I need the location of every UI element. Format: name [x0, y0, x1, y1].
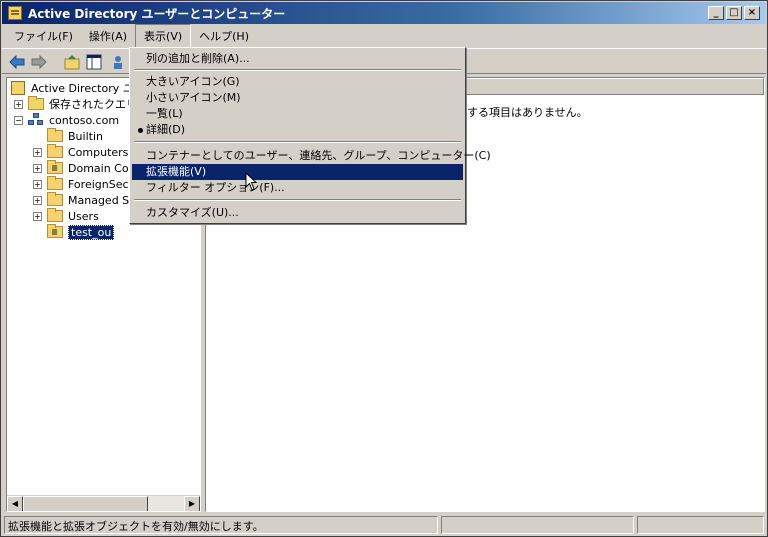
maximize-button[interactable]: □	[726, 6, 742, 20]
ou-folder-icon	[47, 160, 63, 174]
menu-detail[interactable]: 詳細(D)	[132, 122, 463, 138]
menu-view[interactable]: 表示(V)	[135, 24, 192, 48]
title-bar[interactable]: Active Directory ユーザーとコンピューター _ □ ×	[2, 2, 766, 24]
expand-icon[interactable]: +	[33, 163, 42, 173]
expand-icon[interactable]: +	[14, 99, 23, 109]
menu-add-remove-columns[interactable]: 列の追加と削除(A)...	[132, 51, 463, 67]
menu-users-as-containers[interactable]: コンテナーとしてのユーザー、連絡先、グループ、コンピューター(C)	[132, 148, 491, 164]
tree-item-users[interactable]: + Users	[33, 208, 99, 224]
status-text: 拡張機能と拡張オブジェクトを有効/無効にします。	[4, 516, 438, 534]
tree-item-domain[interactable]: − contoso.com	[14, 112, 119, 128]
tree-label: Domain Cor	[68, 161, 134, 175]
window-title: Active Directory ユーザーとコンピューター	[28, 7, 286, 21]
scroll-thumb[interactable]	[23, 496, 148, 511]
forward-arrow-icon[interactable]	[29, 52, 49, 72]
users-icon[interactable]	[110, 52, 130, 72]
tree-item-domain-controllers[interactable]: + Domain Cor	[33, 160, 133, 176]
menu-advanced-features[interactable]: 拡張機能(V)	[132, 164, 463, 180]
tree-label: Managed Se	[68, 193, 136, 207]
back-arrow-icon[interactable]	[7, 52, 27, 72]
folder-icon	[47, 176, 63, 190]
tree-root-label: Active Directory ユ	[31, 82, 134, 95]
menu-separator	[134, 69, 461, 71]
tree-label: Computers	[68, 145, 129, 159]
mouse-pointer-icon	[245, 172, 258, 191]
expand-icon[interactable]: +	[33, 147, 42, 157]
menu-small-icons[interactable]: 小さいアイコン(M)	[132, 90, 463, 106]
scroll-left-icon[interactable]: ◀	[7, 496, 23, 511]
folder-icon	[47, 208, 63, 222]
tree-label: 保存されたクエリ	[49, 98, 137, 111]
domain-icon	[28, 113, 44, 127]
main-window: Active Directory ユーザーとコンピューター _ □ × ファイル…	[0, 0, 768, 537]
close-button[interactable]: ×	[744, 6, 760, 20]
tree-item-test-ou[interactable]: test_ou	[47, 224, 115, 240]
horizontal-scrollbar[interactable]: ◀ ▶	[7, 495, 200, 511]
tree-item-builtin[interactable]: Builtin	[47, 128, 103, 144]
menu-customize[interactable]: カスタマイズ(U)...	[132, 205, 463, 221]
status-cell-3	[636, 516, 764, 534]
expand-icon[interactable]: +	[33, 179, 42, 189]
window-controls: _ □ ×	[708, 6, 760, 20]
status-bar: 拡張機能と拡張オブジェクトを有効/無効にします。	[2, 515, 766, 535]
view-menu-dropdown: 列の追加と削除(A)... 大きいアイコン(G) 小さいアイコン(M) 一覧(L…	[129, 47, 491, 224]
up-folder-icon[interactable]	[62, 52, 82, 72]
tree-label: Users	[68, 209, 99, 223]
ou-folder-icon	[47, 224, 63, 238]
tree-label-selected: test_ou	[68, 224, 115, 240]
menu-filter-options[interactable]: フィルター オプション(F)...	[132, 180, 463, 196]
tree-label: ForeignSecu	[68, 177, 136, 191]
menu-file[interactable]: ファイル(F)	[6, 25, 81, 47]
tree-label: contoso.com	[49, 113, 120, 127]
folder-icon	[28, 96, 44, 110]
tree-item-managed-service[interactable]: + Managed Se	[33, 192, 136, 208]
ad-root-icon	[11, 81, 25, 95]
menu-separator	[134, 141, 461, 143]
menu-bar: ファイル(F) 操作(A) 表示(V) ヘルプ(H)	[2, 24, 766, 48]
column-header[interactable]	[456, 78, 764, 95]
folder-icon	[47, 192, 63, 206]
folder-icon	[47, 128, 63, 142]
scroll-right-icon[interactable]: ▶	[184, 496, 200, 511]
expand-icon[interactable]: +	[33, 195, 42, 205]
menu-list[interactable]: 一覧(L)	[132, 106, 463, 122]
show-hide-tree-icon[interactable]	[84, 52, 104, 72]
tree-item-saved-queries[interactable]: + 保存されたクエリ	[14, 96, 137, 112]
menu-large-icons[interactable]: 大きいアイコン(G)	[132, 74, 463, 90]
minimize-button[interactable]: _	[708, 6, 724, 20]
folder-icon	[47, 144, 63, 158]
menu-action[interactable]: 操作(A)	[81, 25, 135, 47]
collapse-icon[interactable]: −	[14, 115, 23, 125]
status-cell-2	[440, 516, 634, 534]
empty-list-message: する項目はありません。	[467, 106, 588, 119]
menu-separator	[134, 199, 461, 201]
tree-item-computers[interactable]: + Computers	[33, 144, 128, 160]
menu-detail-label: 詳細(D)	[146, 123, 186, 136]
menu-help[interactable]: ヘルプ(H)	[191, 25, 257, 47]
tree-root[interactable]: Active Directory ユ	[11, 80, 134, 96]
tree-label: Builtin	[68, 129, 103, 143]
checked-bullet-icon	[138, 128, 143, 133]
tree-item-foreign-security[interactable]: + ForeignSecu	[33, 176, 136, 192]
app-icon	[8, 6, 22, 20]
expand-icon[interactable]: +	[33, 211, 42, 221]
